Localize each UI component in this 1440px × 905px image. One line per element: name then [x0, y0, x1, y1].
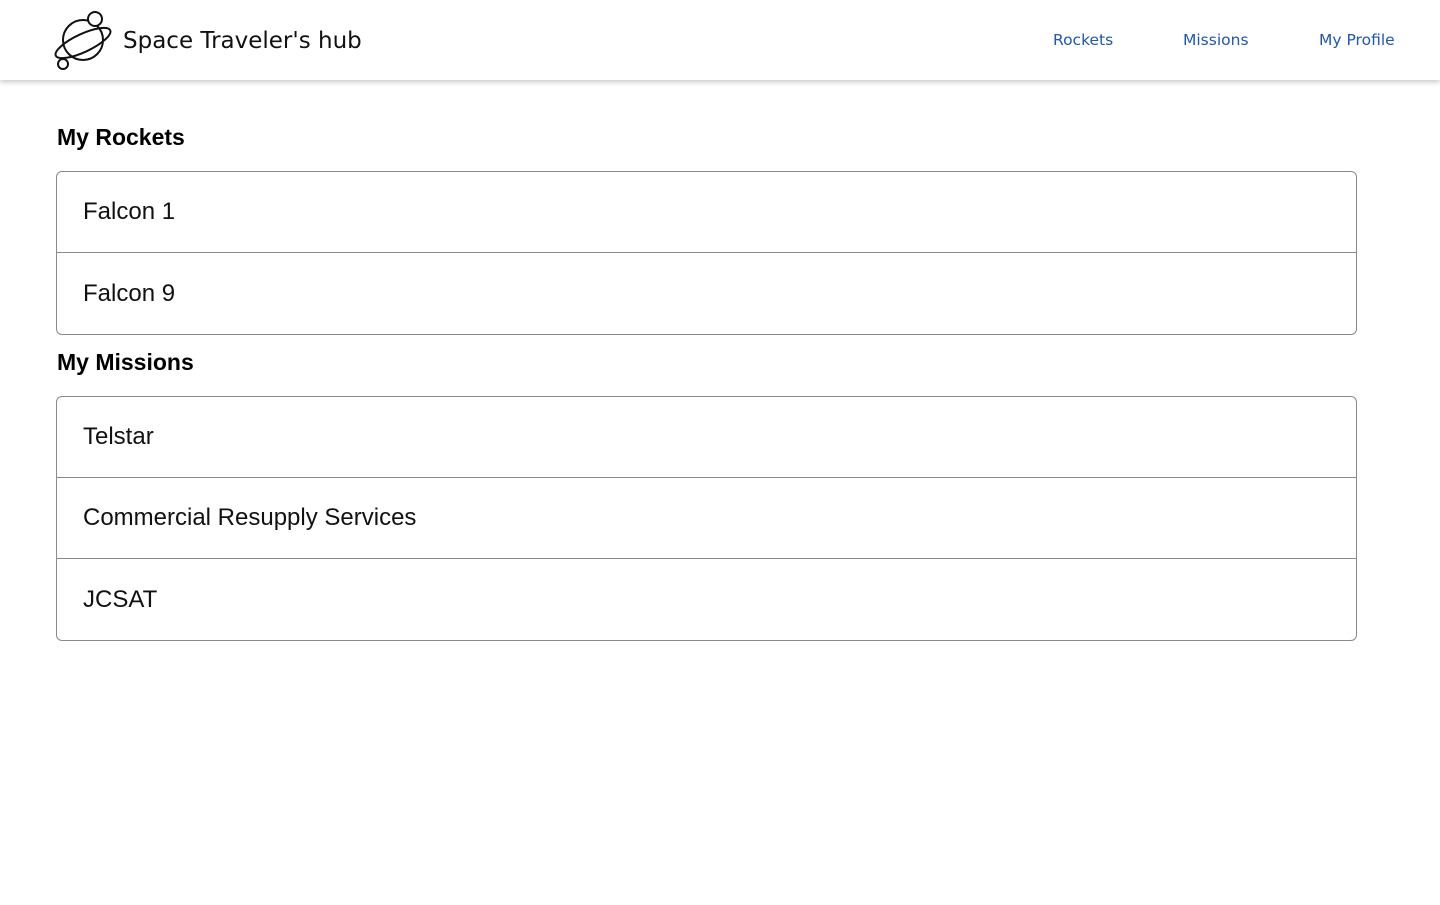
list-item: Commercial Resupply Services: [57, 478, 1356, 559]
list-item: Falcon 1: [57, 172, 1356, 253]
nav-link-rockets[interactable]: Rockets: [1053, 29, 1113, 51]
planet-icon[interactable]: [52, 9, 114, 71]
my-rockets-heading: My Rockets: [57, 124, 185, 150]
my-missions-heading: My Missions: [57, 349, 194, 375]
list-item: JCSAT: [83, 585, 158, 613]
nav-link-my-profile[interactable]: My Profile: [1319, 29, 1395, 51]
my-rockets-list: Falcon 1 Falcon 9: [56, 171, 1357, 335]
list-item: Telstar: [57, 397, 1356, 478]
site-title: Space Traveler's hub: [123, 28, 362, 54]
top-nav-bar: Space Traveler's hub Rockets Missions My…: [0, 0, 1440, 80]
nav-link-missions[interactable]: Missions: [1183, 29, 1249, 51]
my-missions-list: Telstar Commercial Resupply Services JCS…: [56, 396, 1357, 641]
list-item: Falcon 9: [83, 279, 176, 307]
